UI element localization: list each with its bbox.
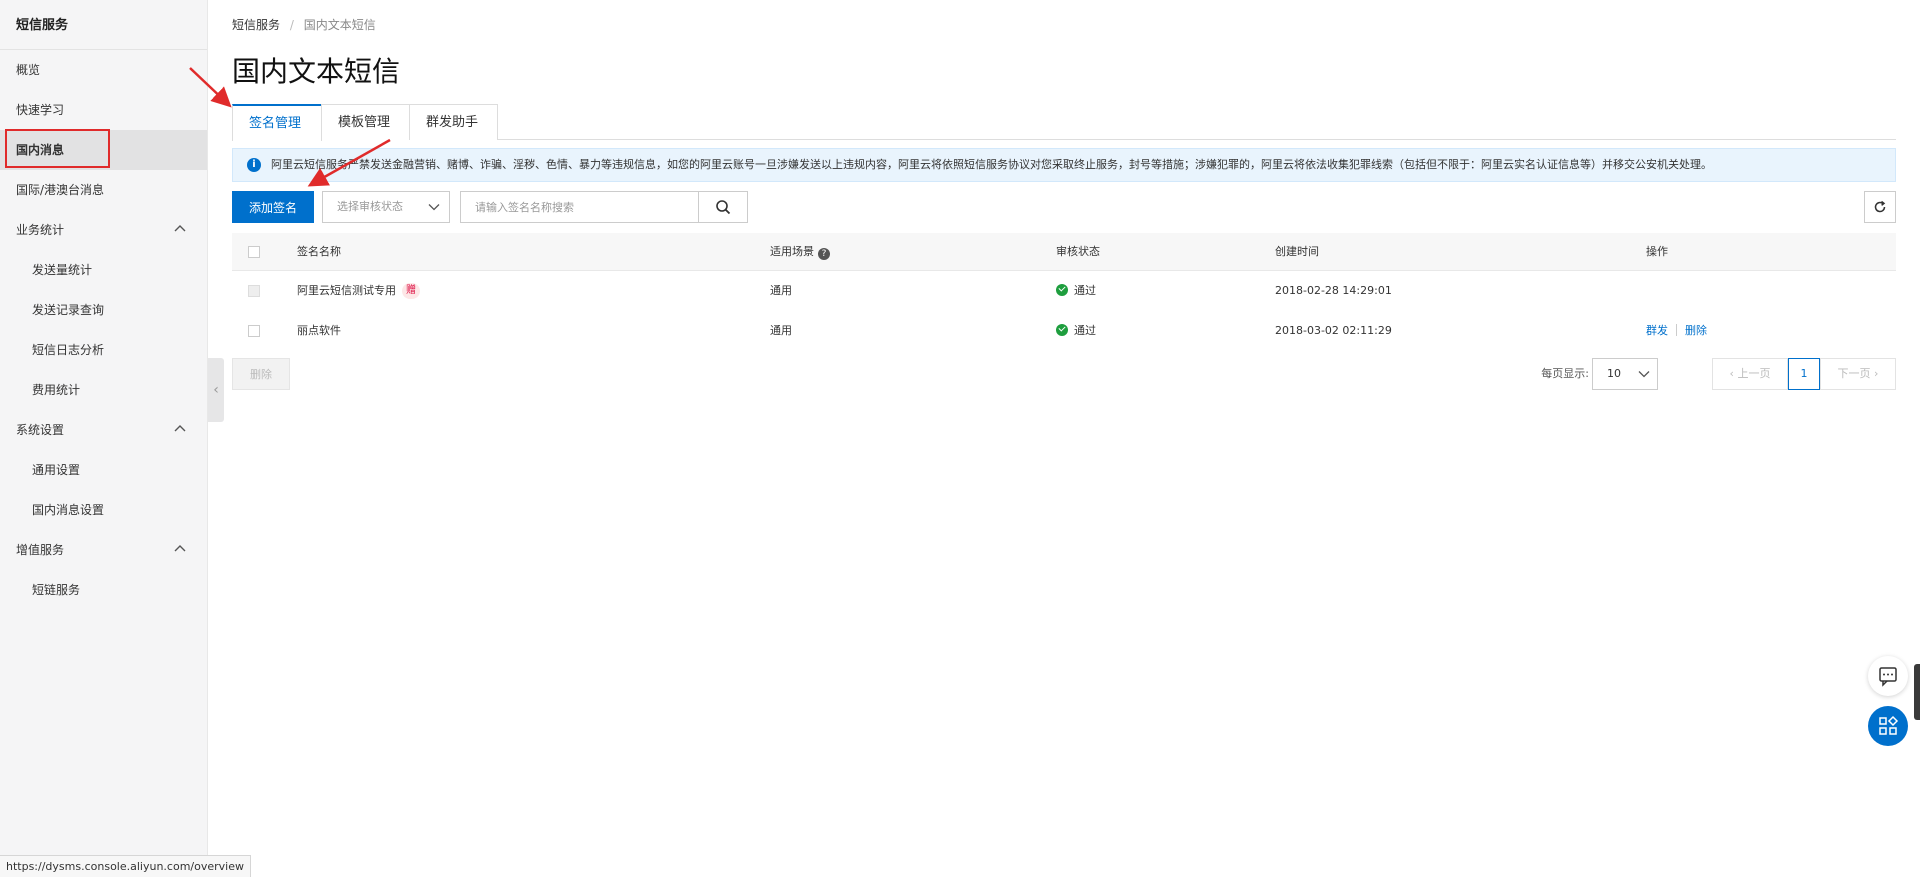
tab-signature[interactable]: 签名管理 (232, 104, 322, 141)
status-cell: 通过 (1056, 271, 1096, 311)
select-all-checkbox[interactable] (248, 246, 260, 258)
apps-grid-icon (1879, 715, 1899, 735)
sidebar-collapse-handle[interactable]: ‹ (208, 358, 224, 422)
delete-link[interactable]: 删除 (1685, 324, 1707, 337)
scene-cell: 通用 (770, 284, 792, 297)
signature-table: 签名名称 适用场景? 审核状态 创建时间 操作 阿里云短信测试专用赠 通用 通过… (232, 233, 1896, 351)
per-page-value: 10 (1607, 367, 1621, 380)
status-cell: 通过 (1056, 311, 1096, 351)
main-content: 短信服务 / 国内文本短信 国内文本短信 签名管理 模板管理 群发助手 i 阿里… (232, 0, 1920, 877)
created-cell: 2018-03-02 02:11:29 (1275, 324, 1392, 337)
page-title: 国内文本短信 (232, 55, 401, 88)
tab-bar: 签名管理 模板管理 群发助手 (232, 104, 1896, 141)
sidebar: 短信服务 概览 快速学习 国内消息 国际/港澳台消息 业务统计 发送量统计 发送… (0, 0, 208, 877)
header-scene: 适用场景? (770, 233, 830, 271)
apps-float-button[interactable] (1868, 706, 1908, 746)
per-page-select[interactable]: 10 (1592, 358, 1658, 390)
chevron-down-icon (1638, 371, 1650, 378)
status-text: 通过 (1074, 324, 1096, 337)
breadcrumb-separator: / (289, 18, 294, 32)
gift-badge: 赠 (402, 283, 420, 299)
next-page-button[interactable]: 下一页 › (1820, 358, 1896, 390)
signature-name-cell: 阿里云短信测试专用赠 (297, 271, 420, 311)
pagination: ‹ 上一页 1 下一页 › (1712, 358, 1896, 390)
tab-bulk-send[interactable]: 群发助手 (409, 104, 498, 140)
next-page-label: 下一页 (1837, 367, 1871, 380)
header-name: 签名名称 (297, 245, 341, 258)
sidebar-group-label: 增值服务 (16, 543, 65, 557)
help-icon[interactable]: ? (818, 248, 830, 260)
info-icon: i (247, 158, 261, 172)
search-input[interactable] (460, 191, 698, 223)
add-signature-button[interactable]: 添加签名 (232, 191, 314, 223)
chat-icon (1879, 667, 1897, 687)
check-circle-icon (1056, 324, 1068, 336)
scene-cell: 通用 (770, 324, 792, 337)
sidebar-group-label: 系统设置 (16, 423, 65, 437)
created-cell: 2018-02-28 14:29:01 (1275, 284, 1392, 297)
prev-page-button[interactable]: ‹ 上一页 (1712, 358, 1788, 390)
status-select[interactable]: 选择审核状态 (322, 191, 450, 223)
refresh-icon (1874, 200, 1886, 213)
table-row: 阿里云短信测试专用赠 通用 通过 2018-02-28 14:29:01 (232, 271, 1896, 311)
bulk-send-link[interactable]: 群发 (1646, 324, 1668, 337)
status-select-placeholder: 选择审核状态 (337, 200, 403, 213)
sidebar-item-international[interactable]: 国际/港澳台消息 (0, 170, 207, 210)
sidebar-item-fee-stats[interactable]: 费用统计 (0, 370, 207, 410)
status-text: 通过 (1074, 284, 1096, 297)
notice-banner: i 阿里云短信服务严禁发送金融营销、赌博、诈骗、淫秽、色情、暴力等违规信息，如您… (232, 148, 1896, 182)
notice-text: 阿里云短信服务严禁发送金融营销、赌博、诈骗、淫秽、色情、暴力等违规信息，如您的阿… (271, 158, 1712, 171)
prev-page-label: 上一页 (1737, 367, 1771, 380)
ops-cell: 群发 删除 (1646, 311, 1707, 351)
header-status: 审核状态 (1056, 245, 1100, 258)
sidebar-group-label: 业务统计 (16, 223, 65, 237)
search-icon (716, 200, 731, 215)
table-footer: 删除 每页显示: 10 ‹ 上一页 1 下一页 › (232, 358, 1896, 390)
page-number-current[interactable]: 1 (1788, 358, 1820, 390)
browser-status-url: https://dysms.console.aliyun.com/overvie… (0, 855, 251, 877)
chevron-up-icon (174, 225, 186, 232)
chat-float-button[interactable] (1868, 656, 1908, 696)
toolbar: 添加签名 选择审核状态 (232, 191, 1896, 223)
header-ops: 操作 (1646, 245, 1668, 258)
sidebar-item-send-records[interactable]: 发送记录查询 (0, 290, 207, 330)
ops-divider (1676, 324, 1677, 336)
signature-name: 阿里云短信测试专用 (297, 284, 396, 297)
breadcrumb-root[interactable]: 短信服务 (232, 18, 280, 32)
breadcrumb: 短信服务 / 国内文本短信 (232, 16, 376, 33)
sidebar-item-overview[interactable]: 概览 (0, 50, 207, 90)
sidebar-item-general-settings[interactable]: 通用设置 (0, 450, 207, 490)
row-checkbox[interactable] (248, 325, 260, 337)
chevron-up-icon (174, 545, 186, 552)
header-scene-label: 适用场景 (770, 245, 814, 258)
sidebar-title: 短信服务 (0, 0, 207, 50)
row-checkbox (248, 285, 260, 297)
chevron-up-icon (174, 425, 186, 432)
search-button[interactable] (698, 191, 748, 223)
chevron-down-icon (428, 204, 440, 211)
header-created: 创建时间 (1275, 245, 1319, 258)
table-header: 签名名称 适用场景? 审核状态 创建时间 操作 (232, 233, 1896, 271)
sidebar-group-settings[interactable]: 系统设置 (0, 410, 207, 450)
refresh-button[interactable] (1864, 191, 1896, 223)
table-row: 丽点软件 通用 通过 2018-03-02 02:11:29 群发 删除 (232, 311, 1896, 351)
tab-template[interactable]: 模板管理 (321, 104, 410, 140)
batch-delete-button[interactable]: 删除 (232, 358, 290, 390)
breadcrumb-current: 国内文本短信 (303, 18, 376, 32)
sidebar-item-short-link[interactable]: 短链服务 (0, 570, 207, 610)
annotation-highlight-box (5, 129, 110, 168)
sidebar-item-domestic-settings[interactable]: 国内消息设置 (0, 490, 207, 530)
edge-widget-handle[interactable] (1914, 664, 1920, 720)
sidebar-group-stats[interactable]: 业务统计 (0, 210, 207, 250)
sidebar-item-quick-learn[interactable]: 快速学习 (0, 90, 207, 130)
sidebar-item-log-analysis[interactable]: 短信日志分析 (0, 330, 207, 370)
sidebar-item-send-stats[interactable]: 发送量统计 (0, 250, 207, 290)
sidebar-group-value-added[interactable]: 增值服务 (0, 530, 207, 570)
check-circle-icon (1056, 284, 1068, 296)
signature-name: 丽点软件 (297, 324, 341, 337)
per-page-label: 每页显示: (1541, 367, 1589, 380)
